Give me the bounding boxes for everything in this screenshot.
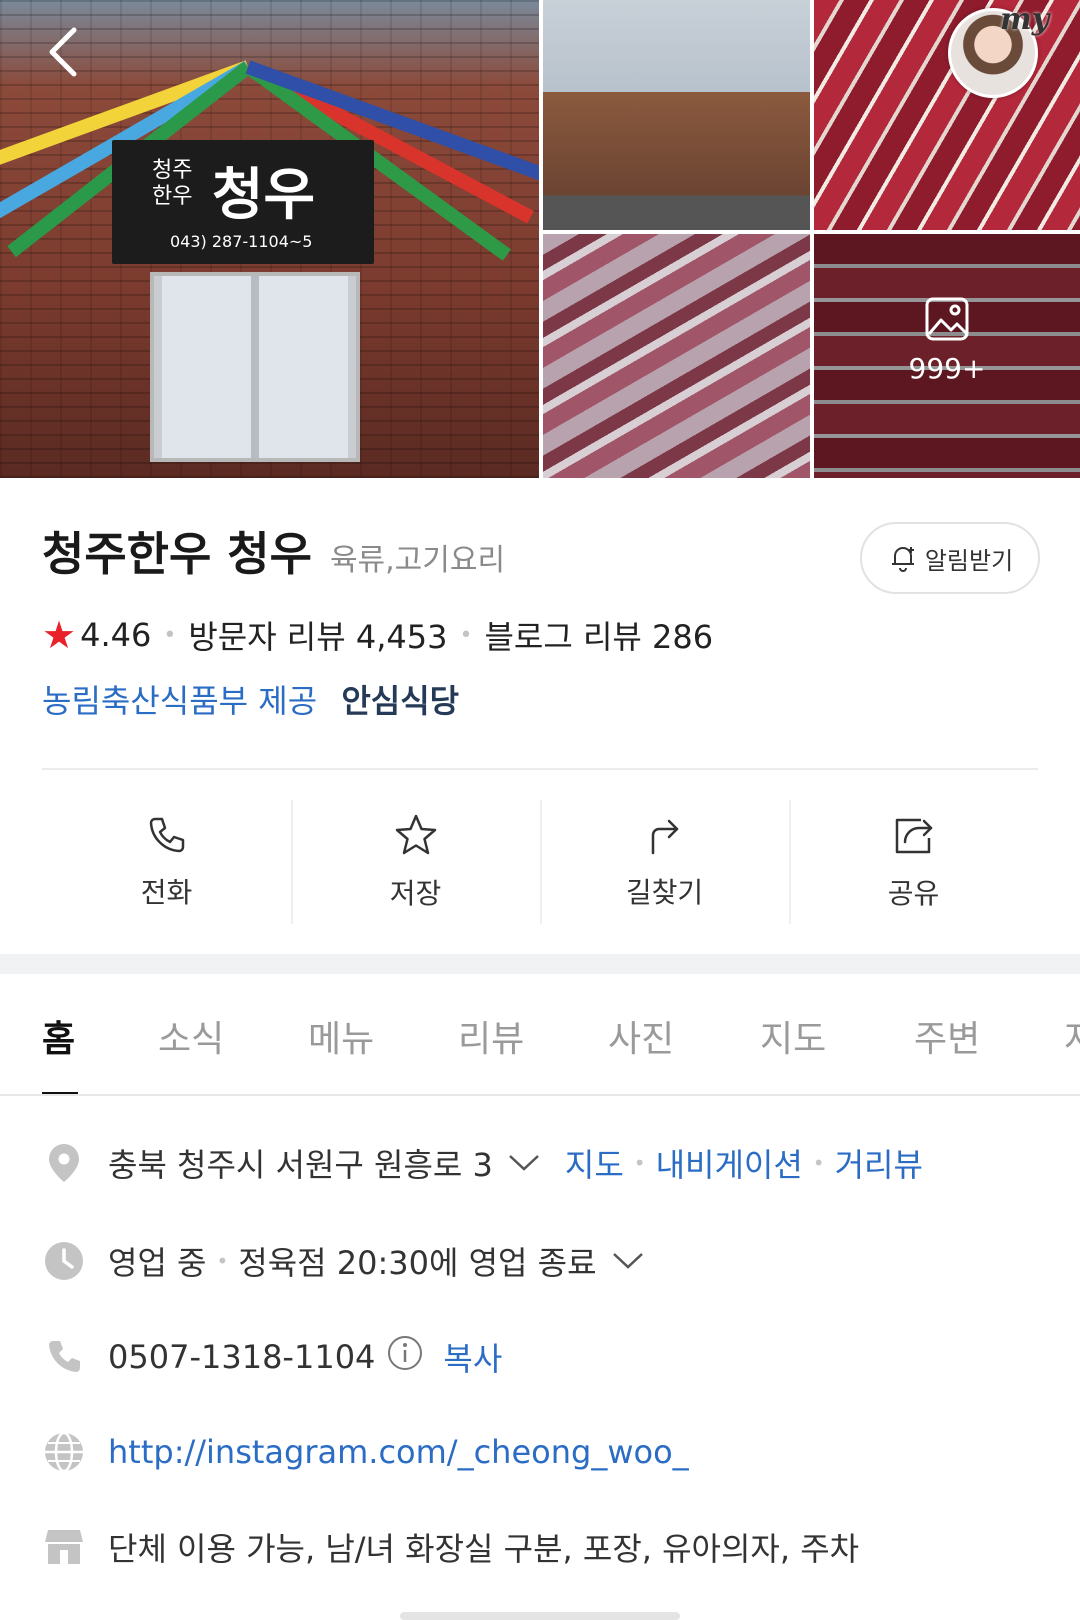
clock-icon (42, 1239, 86, 1283)
separator-dot: • (459, 622, 473, 648)
amenities-row: 단체 이용 가능, 남/녀 화장실 구분, 포장, 유아의자, 주차 (42, 1524, 859, 1570)
call-button[interactable]: 전화 (42, 800, 291, 924)
tab-reviews[interactable]: 리뷰 (458, 1010, 524, 1062)
photo-meat-fridge[interactable] (543, 234, 810, 478)
tab-photos[interactable]: 사진 (608, 1010, 674, 1062)
place-category: 육류,고기요리 (329, 543, 506, 578)
photo-gallery[interactable]: 청주 한우 청우 043) 287-1104~5 999+ my (0, 0, 1080, 478)
divider (42, 768, 1038, 770)
store-sign: 청주 한우 청우 043) 287-1104~5 (112, 140, 374, 264)
separator-dot: • (163, 622, 177, 648)
active-tab-indicator (42, 1092, 78, 1094)
address-text: 충북 청주시 서원구 원흥로 3 (108, 1146, 493, 1184)
sign-phone-text: 043) 287-1104~5 (170, 232, 313, 251)
tab-map[interactable]: 지도 (760, 1010, 826, 1062)
action-label: 저장 (389, 877, 442, 910)
sign-big-text: 청우 (212, 162, 316, 228)
hours-status: 영업 중 (108, 1244, 207, 1282)
rating-value: 4.46 (80, 616, 152, 654)
copy-phone-button[interactable]: 복사 (443, 1334, 502, 1380)
phone-icon (42, 1335, 86, 1379)
streetview-link[interactable]: 거리뷰 (835, 1140, 923, 1186)
notification-label: 알림받기 (924, 546, 1014, 575)
hours-detail: 정육점 20:30에 영업 종료 (238, 1244, 597, 1282)
image-icon (925, 297, 969, 341)
visitor-review-link[interactable]: 방문자 리뷰 4,453 (188, 612, 447, 658)
store-door (150, 272, 360, 462)
tab-more[interactable]: 저 (1064, 1010, 1080, 1062)
chevron-down-icon[interactable] (611, 1242, 645, 1280)
globe-icon (42, 1430, 86, 1474)
share-button[interactable]: 공유 (789, 800, 1038, 924)
bell-plus-icon (891, 547, 914, 572)
amenities-text: 단체 이용 가능, 남/녀 화장실 구분, 포장, 유아의자, 주차 (108, 1530, 860, 1568)
safe-restaurant-cert[interactable]: 농림축산식품부 제공 안심식당 (42, 676, 459, 722)
action-label: 전화 (140, 876, 193, 909)
notification-button[interactable]: 알림받기 (860, 522, 1040, 594)
tab-bar: 홈 소식 메뉴 리뷰 사진 지도 주변 저 (0, 974, 1080, 1096)
more-photos: 999+ (814, 296, 1080, 385)
cert-name: 안심식당 (341, 682, 460, 720)
phone-number[interactable]: 0507-1318-1104 (108, 1338, 375, 1376)
hours-row: 영업 중 • 정육점 20:30에 영업 종료 (42, 1238, 645, 1284)
sign-small-text: 청주 한우 (152, 158, 193, 209)
phone-row: 0507-1318-1104 복사 (42, 1334, 502, 1380)
navigation-link[interactable]: 내비게이션 (656, 1140, 803, 1186)
separator-dot: • (812, 1151, 825, 1175)
more-photos-count: 999+ (908, 352, 986, 385)
my-label[interactable]: my (1000, 2, 1049, 37)
phone-icon (149, 817, 184, 853)
location-pin-icon (42, 1141, 86, 1185)
directions-icon (651, 819, 678, 855)
rating-stats: ★ 4.46 • 방문자 리뷰 4,453 • 블로그 리뷰 286 (42, 612, 713, 658)
tab-nearby[interactable]: 주변 (914, 1010, 980, 1062)
photo-more[interactable]: 999+ (814, 234, 1080, 478)
address-row: 충북 청주시 서원구 원흥로 3 지도 • 내비게이션 • 거리뷰 (42, 1140, 923, 1186)
separator-dot: • (216, 1249, 229, 1273)
directions-button[interactable]: 길찾기 (540, 800, 789, 924)
share-icon (895, 818, 932, 854)
photo-building[interactable] (543, 0, 810, 230)
action-label: 길찾기 (625, 876, 704, 909)
place-name: 청주한우 청우 (42, 527, 312, 581)
main-photo[interactable]: 청주 한우 청우 043) 287-1104~5 (0, 0, 539, 478)
star-icon (395, 814, 436, 855)
tab-news[interactable]: 소식 (158, 1010, 224, 1062)
action-bar: 전화 저장 길찾기 공유 (42, 800, 1038, 924)
home-indicator (400, 1612, 680, 1620)
star-icon: ★ (42, 613, 77, 657)
place-title-row: 청주한우 청우 육류,고기요리 (42, 518, 505, 584)
chevron-down-icon[interactable] (507, 1144, 541, 1182)
website-link[interactable]: http://instagram.com/_cheong_woo_ (108, 1433, 689, 1471)
website-row: http://instagram.com/_cheong_woo_ (42, 1430, 689, 1474)
separator-dot: • (633, 1151, 646, 1175)
cert-provider: 농림축산식품부 제공 (42, 682, 318, 720)
blog-review-link[interactable]: 블로그 리뷰 286 (484, 612, 713, 658)
action-label: 공유 (887, 877, 940, 910)
section-separator (0, 954, 1080, 974)
back-arrow-icon (49, 27, 77, 77)
back-button[interactable] (36, 22, 96, 82)
tab-home[interactable]: 홈 (42, 1010, 75, 1062)
store-icon (42, 1525, 86, 1569)
map-link[interactable]: 지도 (565, 1140, 624, 1186)
info-icon[interactable] (387, 1335, 423, 1379)
tab-menu[interactable]: 메뉴 (308, 1010, 374, 1062)
save-button[interactable]: 저장 (291, 800, 540, 924)
